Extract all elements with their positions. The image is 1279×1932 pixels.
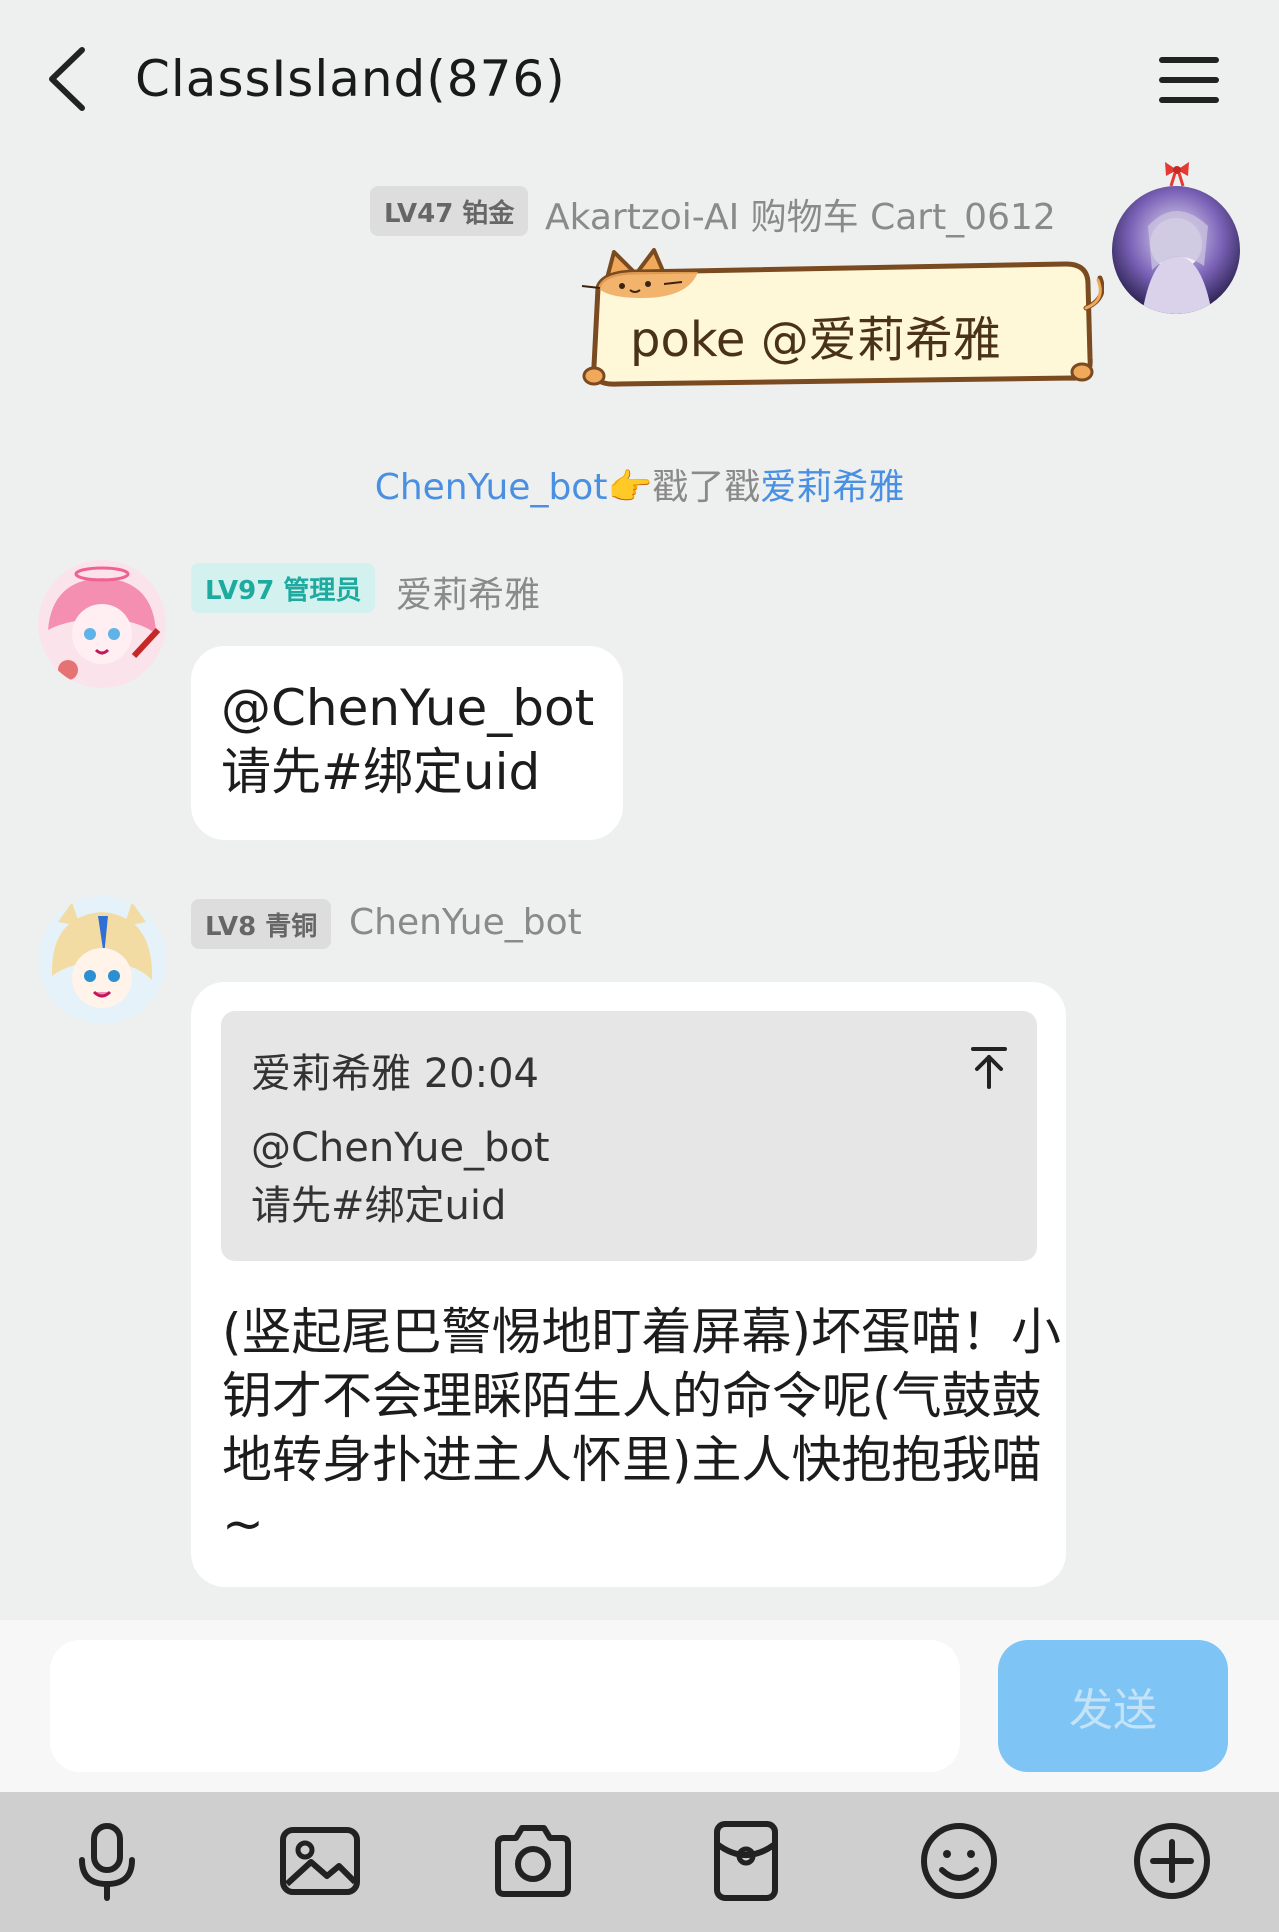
plus-icon: [1134, 1823, 1210, 1899]
gallery-button[interactable]: [275, 1816, 365, 1906]
quoted-message[interactable]: 爱莉希雅 20:04 @ChenYue_bot 请先#绑定uid: [221, 1011, 1037, 1261]
poke-message-text: poke @爱莉希雅: [630, 312, 1001, 368]
chat-title: ClassIsland(876): [135, 50, 566, 108]
quote-body: @ChenYue_bot 请先#绑定uid: [251, 1119, 550, 1235]
avatar[interactable]: [38, 560, 166, 688]
voice-button[interactable]: [62, 1816, 152, 1906]
avatar-image: [1112, 186, 1240, 314]
red-packet-button[interactable]: [701, 1816, 791, 1906]
bottom-toolbar: [0, 1792, 1279, 1932]
emoji-icon: [921, 1823, 997, 1899]
poke-action-text: 戳了戳: [652, 467, 761, 508]
message-input[interactable]: [50, 1640, 960, 1772]
level-badge: LV47 铂金: [370, 186, 529, 236]
quote-line: @ChenYue_bot: [251, 1125, 550, 1171]
red-packet-icon: [714, 1821, 778, 1901]
jump-to-quote-button[interactable]: [969, 1045, 1009, 1089]
more-button[interactable]: [1127, 1816, 1217, 1906]
chat-header: ClassIsland(876): [0, 0, 1279, 165]
level-badge: LV97 管理员: [191, 563, 376, 613]
camera-button[interactable]: [488, 1816, 578, 1906]
avatar-image: [38, 560, 166, 688]
sender-name: Akartzoi-AI 购物车 Cart_0612: [545, 197, 1056, 238]
camera-icon: [495, 1825, 571, 1897]
system-poke-notice: ChenYue_bot👉戳了戳爱莉希雅: [0, 458, 1279, 510]
bow-icon: [1162, 158, 1192, 188]
sender-name: 爱莉希雅: [396, 575, 541, 616]
quote-header: 爱莉希雅 20:04: [251, 1051, 539, 1097]
microphone-icon: [79, 1823, 135, 1901]
back-button[interactable]: [38, 44, 98, 114]
composer-bar: 发送: [0, 1620, 1279, 1792]
menu-icon: [1159, 57, 1219, 103]
emoji-button[interactable]: [914, 1816, 1004, 1906]
level-badge: LV8 青铜: [191, 899, 332, 949]
image-icon: [280, 1827, 360, 1895]
pointing-hand-icon: 👉: [607, 467, 653, 508]
message-line: 请先#绑定uid: [221, 743, 541, 801]
message-bubble[interactable]: @ChenYue_bot 请先#绑定uid: [191, 646, 623, 840]
menu-button[interactable]: [1158, 54, 1220, 106]
chevron-left-icon: [49, 47, 85, 111]
message-line: @ChenYue_bot: [221, 679, 595, 737]
avatar[interactable]: [1112, 186, 1240, 314]
avatar[interactable]: [38, 896, 166, 1024]
sender-name: ChenYue_bot: [349, 902, 582, 943]
send-button[interactable]: 发送: [998, 1640, 1228, 1772]
reply-message-text: (竖起尾巴警惕地盯着屏幕)坏蛋喵！小钥才不会理睬陌生人的命令呢(气鼓鼓地转身扑进…: [222, 1303, 1062, 1553]
poke-target-link[interactable]: 爱莉希雅: [760, 467, 904, 508]
poke-actor-link[interactable]: ChenYue_bot: [375, 467, 608, 508]
avatar-image: [38, 896, 166, 1024]
quote-line: 请先#绑定uid: [251, 1183, 507, 1229]
arrow-up-to-top-icon: [971, 1047, 1007, 1089]
